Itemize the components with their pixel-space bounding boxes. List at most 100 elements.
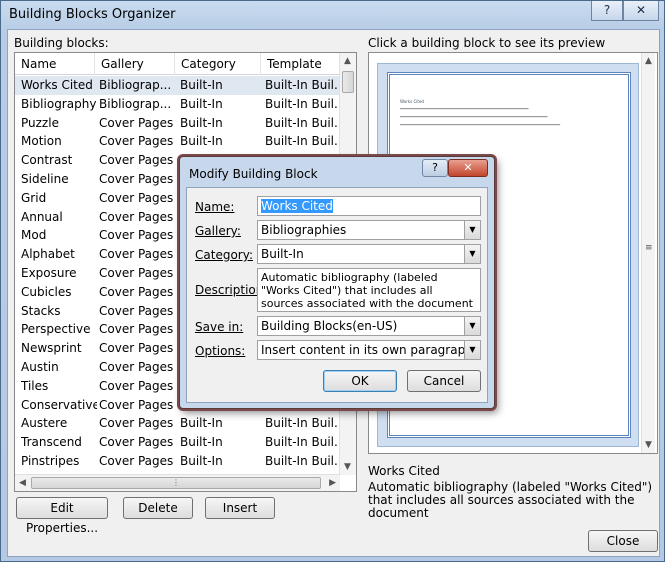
horizontal-scroll-thumb[interactable]: ⋮ <box>31 477 321 489</box>
scroll-right-arrow-icon[interactable]: ▶ <box>329 478 336 488</box>
cell-gallery: Cover Pages <box>99 303 174 318</box>
cell-gallery: Bibliograp... <box>99 96 172 111</box>
delete-button[interactable]: Delete <box>123 497 193 519</box>
cell-gallery: Cover Pages <box>99 322 174 337</box>
preview-scroll-grip-icon[interactable]: ≡ <box>645 243 653 253</box>
category-value: Built-In <box>261 247 304 261</box>
cell-template: Built-In Buil... <box>265 115 339 130</box>
gallery-label: Gallery: <box>195 224 241 238</box>
list-item[interactable]: Motion Cover Pages Built-In Built-In Buil..… <box>15 132 340 151</box>
cell-gallery: Cover Pages <box>99 416 174 431</box>
list-item[interactable]: Bibliography Bibliograp... Built-In Built-I… <box>15 95 340 114</box>
cell-name: Mod <box>21 228 47 243</box>
cell-name: Austere <box>21 416 68 431</box>
options-label: Options: <box>195 344 246 358</box>
preview-text-line: ━━━━━━━━━━━━━━━━━━━━━━━━━━━━━━━━━━━━━━━━… <box>400 123 561 127</box>
category-dropdown[interactable]: Built-In ▼ <box>257 244 481 264</box>
cell-gallery: Cover Pages <box>99 209 174 224</box>
dialog-title: Modify Building Block <box>189 167 318 181</box>
cell-gallery: Cover Pages <box>99 190 174 205</box>
gallery-dropdown[interactable]: Bibliographies ▼ <box>257 220 481 240</box>
list-item[interactable]: Works Cited Bibliograp... Built-In Built-In… <box>15 76 340 95</box>
cell-name: Annual <box>21 209 63 224</box>
cell-gallery: Cover Pages <box>99 359 174 374</box>
preview-heading: Works Cited <box>400 99 424 104</box>
scroll-up-arrow-icon[interactable]: ▲ <box>344 56 351 66</box>
name-input-value: Works Cited <box>261 199 333 213</box>
cell-gallery: Bibliograp... <box>99 78 172 92</box>
cell-gallery: Cover Pages <box>99 341 174 356</box>
selected-block-description: Automatic bibliography (labeled "Works C… <box>368 480 653 520</box>
cell-name: Contrast <box>21 153 73 168</box>
column-header-template[interactable]: Template <box>261 53 340 75</box>
cell-name: Pinstripes <box>21 453 80 468</box>
options-dropdown[interactable]: Insert content in its own paragraph ▼ <box>257 340 481 360</box>
name-label: Name: <box>195 200 235 214</box>
category-dropdown-arrow-icon[interactable]: ▼ <box>464 245 480 263</box>
modify-building-block-dialog: Modify Building Block ? ✕ Name: Works Ci… <box>179 156 495 409</box>
cell-category: Built-In <box>180 96 223 111</box>
column-header-gallery[interactable]: Gallery <box>95 53 175 75</box>
list-item[interactable]: Pinstripes Cover Pages Built-In Built-In Bu… <box>15 452 340 471</box>
column-header-category[interactable]: Category <box>175 53 261 75</box>
preview-scroll-down-icon[interactable]: ▼ <box>645 440 652 450</box>
dialog-help-icon[interactable]: ? <box>422 159 448 177</box>
column-header-name[interactable]: Name <box>15 53 95 75</box>
building-blocks-label: Building blocks: <box>14 36 109 50</box>
insert-button[interactable]: Insert <box>205 497 275 519</box>
save-in-label: Save in: <box>195 320 244 334</box>
help-icon[interactable]: ? <box>591 1 623 21</box>
cell-gallery: Cover Pages <box>99 153 174 168</box>
preview-text-line: ━━━━━━━━━━━━━━━━━━━━━━━━━━━━━━━━━━━━━━━━… <box>400 115 548 119</box>
save-in-dropdown[interactable]: Building Blocks(en-US) ▼ <box>257 316 481 336</box>
cell-category: Built-In <box>180 453 223 468</box>
cell-gallery: Cover Pages <box>99 134 174 149</box>
cell-gallery: Cover Pages <box>99 171 174 186</box>
list-item[interactable]: Puzzle Cover Pages Built-In Built-In Buil..… <box>15 114 340 133</box>
cell-name: Newsprint <box>21 341 82 356</box>
preview-label: Click a building block to see its previe… <box>368 36 606 50</box>
cell-name: Transcend <box>21 435 82 450</box>
list-header: Name Gallery Category Template <box>15 53 340 75</box>
preview-scrollbar[interactable]: ▲ ≡ ▼ <box>641 53 655 453</box>
options-value: Insert content in its own paragraph <box>261 343 473 357</box>
cell-gallery: Cover Pages <box>99 247 174 262</box>
list-item[interactable]: Austere Cover Pages Built-In Built-In Buil.… <box>15 414 340 433</box>
close-icon[interactable]: ✕ <box>623 1 659 21</box>
cell-gallery: Cover Pages <box>99 453 174 468</box>
cell-template: Built-In Buil... <box>265 96 339 111</box>
edit-properties-button[interactable]: Edit Properties... <box>16 497 108 535</box>
cell-gallery: Cover Pages <box>99 265 174 280</box>
preview-scroll-up-icon[interactable]: ▲ <box>645 56 652 66</box>
cell-name: Perspective <box>21 322 91 337</box>
dialog-close-icon[interactable]: ✕ <box>448 159 488 177</box>
options-dropdown-arrow-icon[interactable]: ▼ <box>464 341 480 359</box>
cell-name: Sideline <box>21 171 69 186</box>
list-horizontal-scrollbar[interactable]: ◀ ⋮ ▶ <box>15 474 340 491</box>
selected-block-name: Works Cited <box>368 464 440 478</box>
ok-button[interactable]: OK <box>323 370 397 392</box>
category-label: Category: <box>195 248 253 262</box>
cell-gallery: Cover Pages <box>99 435 174 450</box>
scroll-thumb[interactable] <box>342 71 354 93</box>
scroll-left-arrow-icon[interactable]: ◀ <box>19 478 26 488</box>
cell-gallery: Cover Pages <box>99 228 174 243</box>
cell-gallery: Cover Pages <box>99 397 174 412</box>
cell-category: Built-In <box>180 416 223 431</box>
cell-name: Cubicles <box>21 284 72 299</box>
close-button[interactable]: Close <box>588 530 658 552</box>
cell-template: Built-In Buil... <box>265 416 339 431</box>
list-item[interactable]: Transcend Cover Pages Built-In Built-In Bui… <box>15 433 340 452</box>
cell-name: Alphabet <box>21 247 75 262</box>
cancel-button[interactable]: Cancel <box>407 370 481 392</box>
description-input[interactable]: Automatic bibliography (labeled "Works C… <box>257 268 481 312</box>
gallery-dropdown-arrow-icon[interactable]: ▼ <box>464 221 480 239</box>
save-in-dropdown-arrow-icon[interactable]: ▼ <box>464 317 480 335</box>
scroll-down-arrow-icon[interactable]: ▼ <box>344 462 351 472</box>
name-input[interactable]: Works Cited <box>257 196 481 216</box>
cell-gallery: Cover Pages <box>99 284 174 299</box>
save-in-value: Building Blocks(en-US) <box>261 319 398 333</box>
cell-category: Built-In <box>180 115 223 130</box>
cell-template: Built-In Buil... <box>265 435 339 450</box>
cell-gallery: Cover Pages <box>99 115 174 130</box>
